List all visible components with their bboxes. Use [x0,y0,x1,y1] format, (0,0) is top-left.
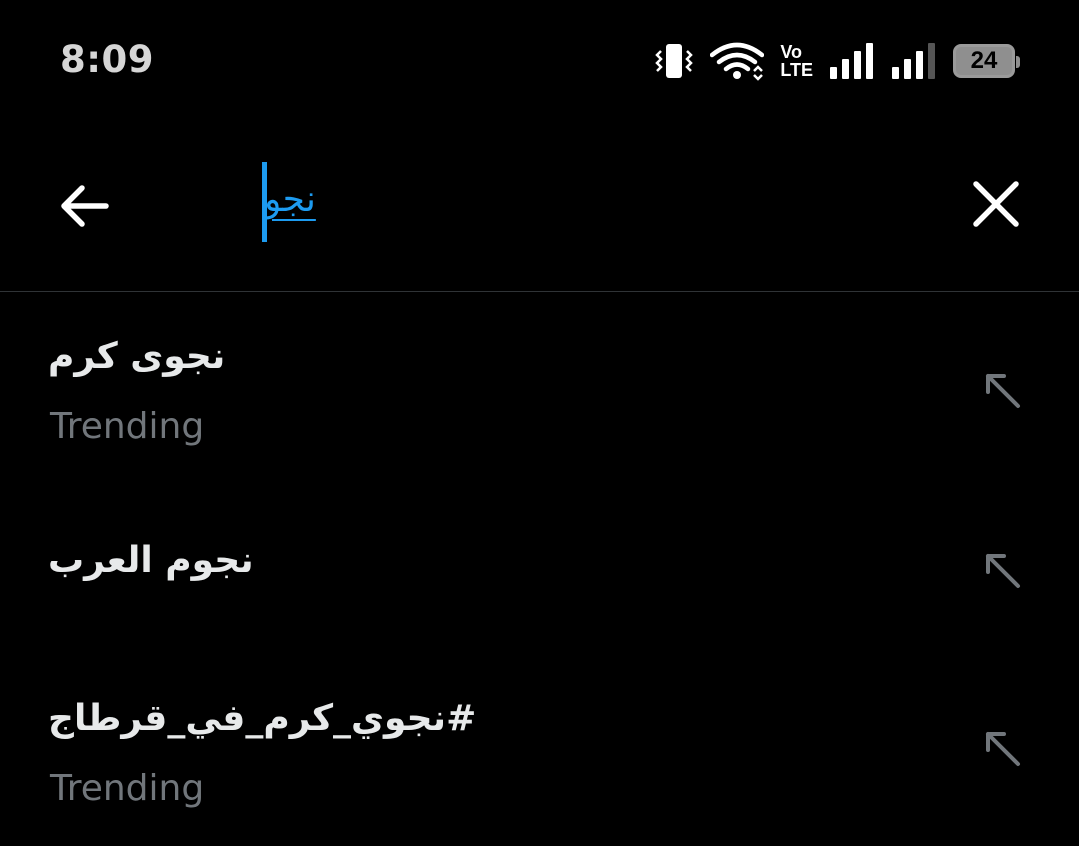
arrow-up-left-icon[interactable] [982,550,1022,590]
suggestion-subtitle: Trending [50,768,205,809]
suggestion-item[interactable]: نجوى كرم Trending [0,292,1079,482]
volte-top-label: Vo [780,42,802,62]
search-header: نجو [0,120,1079,292]
arrow-up-left-icon[interactable] [982,728,1022,768]
battery-icon: 24 [953,44,1020,78]
volte-bottom-label: LTE [780,60,813,80]
text-cursor [262,162,267,242]
wifi-icon [710,41,765,81]
volte-icon: Vo LTE [780,43,813,79]
back-button[interactable] [56,178,112,234]
status-bar: 8:09 Vo LTE 24 [0,0,1079,120]
status-time: 8:09 [60,38,155,81]
suggestion-item[interactable]: نجوم العرب [0,492,1079,642]
suggestion-subtitle: Trending [50,406,205,447]
suggestion-title: نجوى كرم [48,336,226,377]
clear-search-button[interactable] [970,178,1022,230]
search-screen: 8:09 Vo LTE 24 نجو نجوى كرم Trending نجو… [0,0,1079,846]
search-input[interactable]: نجو [262,162,902,242]
battery-level: 24 [970,47,998,74]
arrow-up-left-icon[interactable] [982,370,1022,410]
arrow-left-icon [61,185,109,227]
signal-sim2-icon [891,41,937,81]
suggestion-item[interactable]: #نجوي_كرم_في_قرطاج Trending [0,654,1079,844]
suggestion-title: نجوم العرب [48,540,254,581]
vibrate-icon [654,41,694,81]
status-icons: Vo LTE 24 [654,38,1020,84]
close-icon [973,181,1019,227]
signal-sim1-icon [829,41,875,81]
search-query[interactable]: نجو [264,179,316,226]
suggestion-title: #نجوي_كرم_في_قرطاج [48,698,477,739]
